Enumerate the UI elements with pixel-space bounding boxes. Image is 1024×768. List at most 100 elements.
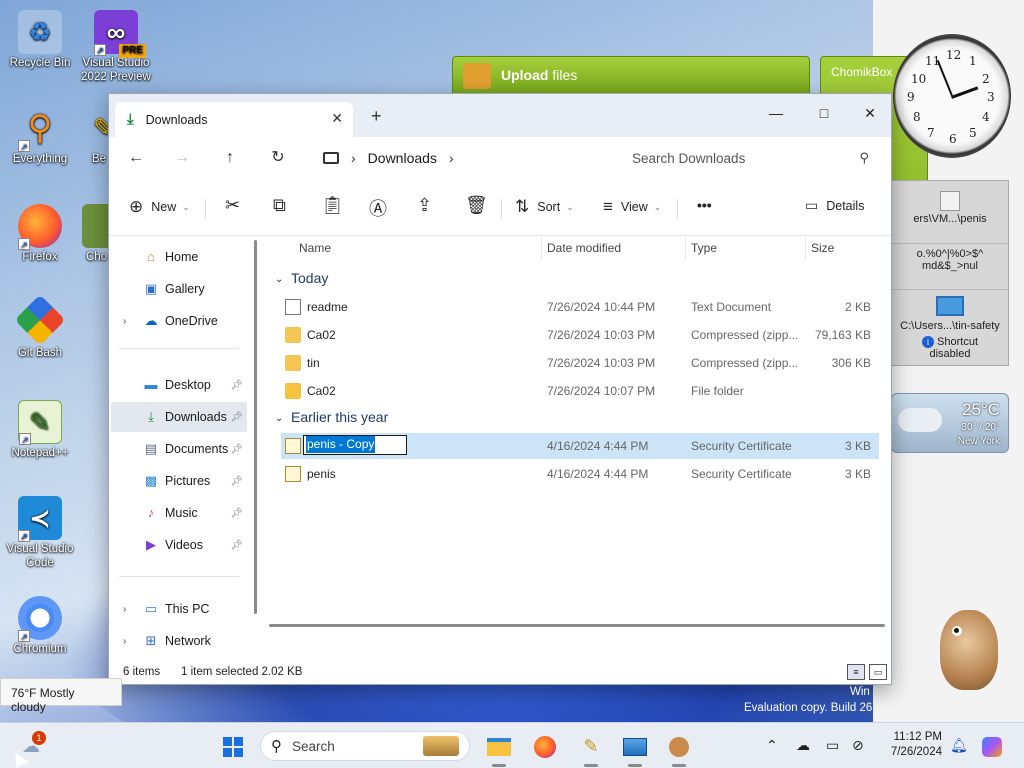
sidebar-item-music[interactable]: ♪ Music 📌︎ <box>111 498 247 528</box>
sidebar-item-videos[interactable]: ▶ Videos 📌︎ <box>111 530 247 560</box>
bell-icon[interactable]: 🔔︎ <box>950 737 968 754</box>
divider[interactable] <box>541 238 542 260</box>
desktop-icon-partial-cho[interactable]: Cho <box>82 204 110 264</box>
column-header-size[interactable]: Size <box>811 241 834 255</box>
hamster-mascot[interactable] <box>930 600 1006 700</box>
chevron-right-icon[interactable]: › <box>449 150 454 166</box>
desktop-icon-recycle-bin[interactable]: ♻ Recycle Bin <box>2 10 78 70</box>
sort-button[interactable]: ⇅ Sort ⌄ <box>515 197 574 217</box>
desktop-icon-firefox[interactable]: ↗ Firefox <box>2 204 78 264</box>
chevron-down-icon[interactable]: ⌄ <box>275 274 283 285</box>
network-status-icon[interactable]: ⊘ <box>852 737 864 754</box>
horizontal-scrollbar[interactable] <box>269 624 885 627</box>
details-view-icon[interactable]: ≡ <box>847 664 865 680</box>
taskbar-chomikbox[interactable] <box>664 731 694 761</box>
file-row[interactable]: readme 7/26/2024 10:44 PM Text Document … <box>281 294 879 320</box>
column-header-date[interactable]: Date modified <box>547 241 621 255</box>
column-header-type[interactable]: Type <box>691 241 717 255</box>
clock-gadget[interactable]: 12 1 2 3 4 5 6 7 8 9 10 11 <box>893 34 1011 158</box>
desktop-icon-chromium[interactable]: ↗ Chromium <box>2 596 78 656</box>
rename-icon[interactable]: Ⓐ <box>369 195 387 221</box>
tab-downloads[interactable]: ⤓ Downloads ✕ <box>115 102 353 137</box>
pin-icon[interactable]: 📌︎ <box>230 508 243 519</box>
copy-icon[interactable]: ⧉ <box>273 195 286 216</box>
cut-icon[interactable]: ✂ <box>225 195 240 216</box>
delete-icon[interactable]: 🗑︎ <box>465 195 488 216</box>
column-header-name[interactable]: Name <box>299 241 331 255</box>
copilot-icon[interactable] <box>982 737 1002 760</box>
maximize-button[interactable]: □ <box>801 100 847 126</box>
view-button[interactable]: ≡ View ⌄ <box>603 197 661 217</box>
tab-close-icon[interactable]: ✕ <box>331 110 343 127</box>
taskbar-firefox[interactable] <box>530 731 560 761</box>
forward-button[interactable]: → <box>169 145 195 171</box>
chevron-right-icon[interactable]: › <box>123 636 126 647</box>
display-icon[interactable]: ▭ <box>826 737 839 754</box>
minimize-button[interactable]: — <box>753 100 799 126</box>
breadcrumb-downloads[interactable]: Downloads <box>368 150 437 166</box>
group-header-today[interactable]: Today <box>291 270 328 286</box>
pin-icon[interactable]: 📌︎ <box>230 540 243 551</box>
chomikbox-upload-bar[interactable]: Upload files <box>452 56 810 94</box>
details-pane-button[interactable]: ▭ Details <box>805 197 864 214</box>
shortcut-gadget[interactable]: ers\VM...\penis o.%0^|%0>$^ md&$_>nul C:… <box>891 180 1009 366</box>
share-icon[interactable]: ⇪ <box>417 195 432 216</box>
sidebar-item-desktop[interactable]: ▬ Desktop 📌︎ <box>111 370 247 400</box>
back-button[interactable]: ← <box>123 145 149 171</box>
close-button[interactable]: ✕ <box>847 100 893 126</box>
sidebar-item-downloads[interactable]: ⤓ Downloads 📌︎ <box>111 402 247 432</box>
chevron-down-icon[interactable]: ⌄ <box>275 413 283 424</box>
start-button[interactable] <box>218 731 248 761</box>
sidebar-item-pictures[interactable]: ▩ Pictures 📌︎ <box>111 466 247 496</box>
pin-icon[interactable]: 📌︎ <box>230 476 243 487</box>
taskbar-file-explorer[interactable] <box>484 731 514 761</box>
sidebar-item-onedrive[interactable]: › ☁ OneDrive <box>111 306 247 336</box>
divider[interactable] <box>805 238 806 260</box>
tiles-view-icon[interactable]: ▭ <box>869 664 887 680</box>
chevron-right-icon[interactable]: › <box>123 316 126 327</box>
system-clock[interactable]: 11:12 PM 7/26/2024 <box>884 730 942 760</box>
search-input[interactable]: Search Downloads ⚲ <box>617 143 881 173</box>
file-row-selected[interactable]: penis - Copy 4/16/2024 4:44 PM Security … <box>281 433 879 459</box>
desktop-icon-everything[interactable]: ⚲ ↗ Everything <box>2 106 78 166</box>
file-row[interactable]: Ca02 7/26/2024 10:03 PM Compressed (zipp… <box>281 322 879 348</box>
sidebar-item-home[interactable]: ⌂ Home <box>111 242 247 272</box>
new-tab-button[interactable]: + <box>371 106 382 127</box>
sidebar-item-gallery[interactable]: ▣ Gallery <box>111 274 247 304</box>
sidebar-item-this-pc[interactable]: › ▭ This PC <box>111 594 247 624</box>
gadget-cell-tin-safety[interactable]: C:\Users...\tin-safety i Shortcut disabl… <box>892 289 1008 367</box>
chevron-right-icon[interactable]: › <box>351 150 356 166</box>
sidebar-item-documents[interactable]: ▤ Documents 📌︎ <box>111 434 247 464</box>
breadcrumb[interactable]: › Downloads › <box>311 143 611 173</box>
file-explorer-window[interactable]: ⤓ Downloads ✕ + — □ ✕ ← → ↑ ↻ › Download… <box>108 93 892 685</box>
group-header-earlier-this-year[interactable]: Earlier this year <box>291 409 388 425</box>
desktop-icon-visual-studio-2022[interactable]: ∞ PRE ↗ Visual Studio 2022 Preview <box>78 10 154 84</box>
rename-input[interactable]: penis - Copy <box>303 435 407 455</box>
chevron-up-icon[interactable]: ⌃ <box>766 737 778 754</box>
nav-scrollbar[interactable] <box>254 240 257 614</box>
file-row[interactable]: Ca02 7/26/2024 10:07 PM File folder <box>281 378 879 404</box>
up-button[interactable]: ↑ <box>217 145 243 171</box>
pin-icon[interactable]: 📌︎ <box>230 444 243 455</box>
taskbar-notepad[interactable]: ✎ <box>576 731 606 761</box>
new-button[interactable]: ⊕ New ⌄ <box>129 197 190 217</box>
taskbar-monitor-app[interactable] <box>620 731 650 761</box>
sidebar-item-network[interactable]: › ⊞ Network <box>111 626 247 656</box>
divider[interactable] <box>685 238 686 260</box>
weather-gadget[interactable]: 25°C 30° / 20° New York <box>891 393 1009 453</box>
pin-icon[interactable]: 📌︎ <box>230 380 243 391</box>
desktop-icon-notepad-plus-plus[interactable]: ✎ ↗ Notepad++ <box>2 400 78 460</box>
file-row[interactable]: penis 4/16/2024 4:44 PM Security Certifi… <box>281 461 879 487</box>
desktop-icon-vscode[interactable]: ≺ ↗ Visual Studio Code <box>2 496 78 570</box>
more-options-button[interactable]: ••• <box>697 197 712 213</box>
paste-icon[interactable]: 📋︎ <box>321 195 344 216</box>
gadget-cell-command[interactable]: o.%0^|%0>$^ md&$_>nul <box>892 243 1008 287</box>
pin-icon[interactable]: 📌︎ <box>230 412 243 423</box>
cloud-offline-icon[interactable]: ☁ <box>796 737 810 754</box>
refresh-button[interactable]: ↻ <box>265 145 291 171</box>
file-row[interactable]: tin 7/26/2024 10:03 PM Compressed (zipp.… <box>281 350 879 376</box>
title-bar[interactable]: ⤓ Downloads ✕ + — □ ✕ <box>109 94 891 137</box>
desktop-icon-git-bash[interactable]: Git Bash <box>2 294 78 360</box>
taskbar-search[interactable]: ⚲ Search <box>260 731 470 761</box>
gadget-cell-penis[interactable]: ers\VM...\penis <box>892 187 1008 235</box>
